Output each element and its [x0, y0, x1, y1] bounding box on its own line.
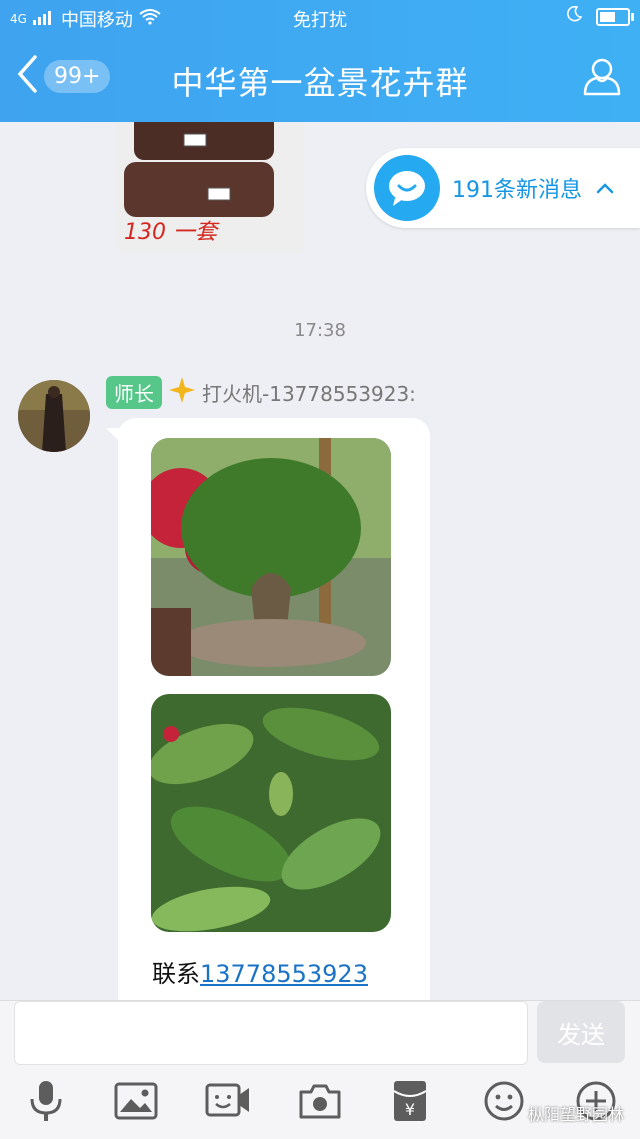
red-packet-button[interactable]: ¥ — [388, 1081, 432, 1125]
microphone-icon — [26, 1079, 66, 1127]
dnd-status: 免打扰 — [293, 10, 347, 31]
input-bar: 发送 ¥ 枞阳望野园林 — [0, 1000, 640, 1139]
smiley-icon — [483, 1080, 525, 1126]
chat-bubble-icon — [374, 155, 440, 221]
nav-bar: 99+ 中华第一盆景花卉群 — [0, 40, 640, 120]
video-call-button[interactable] — [205, 1081, 251, 1125]
video-camera-icon — [205, 1082, 251, 1124]
sender-rank-tag: 师长 — [106, 376, 162, 409]
sender-info: 师长 打火机-13778553923: — [106, 376, 416, 409]
sender-avatar[interactable] — [18, 380, 90, 452]
leaf-closeup-photo[interactable] — [151, 694, 391, 932]
contact-prefix: 联系 — [152, 960, 200, 988]
star-icon — [168, 376, 196, 409]
message-input[interactable] — [14, 1001, 528, 1065]
svg-text:¥: ¥ — [405, 1100, 415, 1119]
top-bar: 4G 中国移动 免打扰 99+ 中华第一盆景花卉群 — [0, 0, 640, 122]
chevron-up-icon — [596, 179, 614, 198]
red-packet-icon: ¥ — [391, 1079, 429, 1127]
voice-button[interactable] — [24, 1081, 68, 1125]
watermark: 枞阳望野园林 — [527, 1105, 624, 1124]
emoji-button[interactable] — [482, 1081, 526, 1125]
page-title: 中华第一盆景花卉群 — [171, 64, 469, 102]
send-button[interactable]: 发送 — [537, 1001, 625, 1063]
group-members-button[interactable] — [580, 54, 624, 102]
person-icon — [580, 58, 624, 102]
bonsai-photo[interactable] — [151, 438, 391, 676]
moon-icon — [566, 5, 583, 27]
previous-image-message[interactable]: 130 一套 — [116, 122, 304, 254]
message-bubble[interactable]: 联系13778553923 — [106, 418, 430, 1000]
sender-name: 打火机-13778553923: — [202, 382, 416, 406]
chat-area[interactable]: 130 一套 191条新消息 17:38 师长 打火机-13778553923: — [0, 122, 640, 1000]
contact-line: 联系13778553923 — [152, 954, 368, 989]
new-messages-label: 191条新消息 — [452, 178, 582, 203]
toolbar: ¥ 枞阳望野园林 — [0, 1075, 640, 1135]
image-icon — [114, 1082, 158, 1124]
image-caption: 130 一套 — [124, 220, 217, 245]
message-timestamp: 17:38 — [294, 320, 346, 341]
camera-icon — [298, 1082, 342, 1124]
camera-button[interactable] — [298, 1081, 342, 1125]
phone-link[interactable]: 13778553923 — [200, 960, 368, 988]
status-bar: 4G 中国移动 免打扰 — [0, 0, 640, 34]
battery-icon — [596, 7, 634, 26]
image-button[interactable] — [114, 1081, 158, 1125]
new-messages-button[interactable]: 191条新消息 — [366, 148, 640, 228]
